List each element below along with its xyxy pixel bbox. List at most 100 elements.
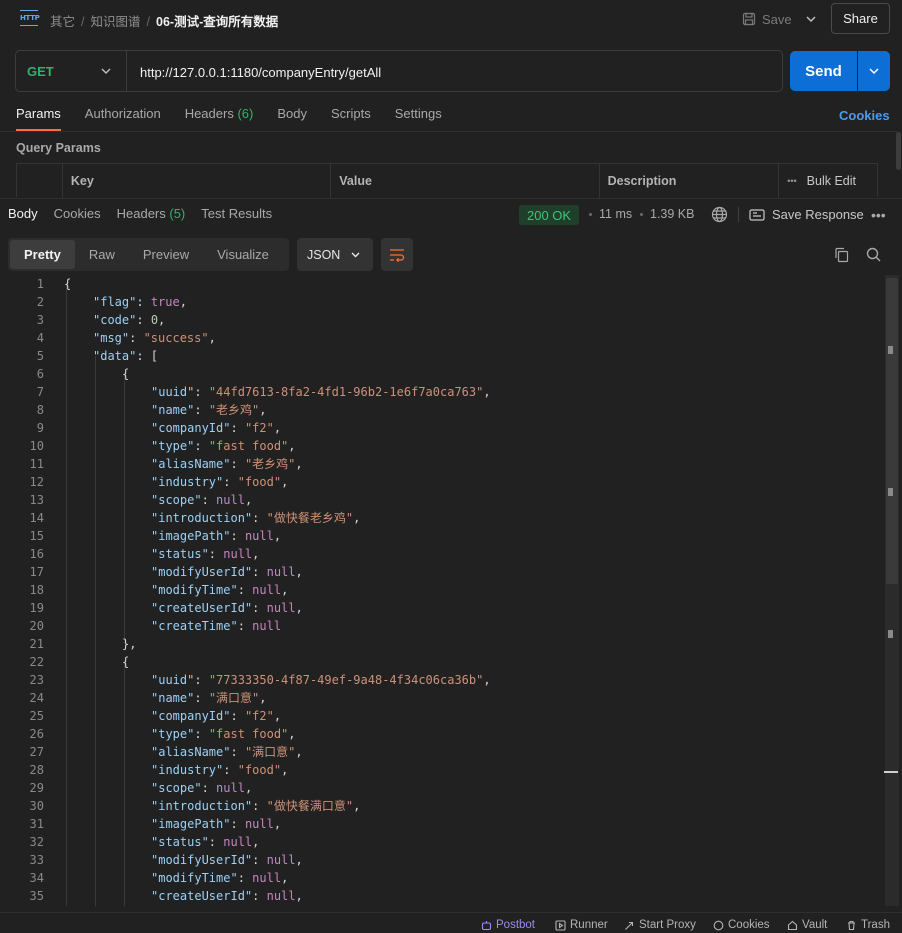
- code-token: "modifyTime": [151, 871, 238, 885]
- code-text: "name": "满口意",: [151, 689, 267, 707]
- cookies-button[interactable]: Cookies: [713, 919, 770, 931]
- code-token: :: [230, 529, 245, 543]
- code-token: ,: [244, 493, 253, 507]
- request-title[interactable]: 06-测试-查询所有数据: [156, 15, 278, 29]
- code-token: :: [129, 331, 144, 345]
- code-token: null: [266, 853, 296, 867]
- start-proxy-button[interactable]: Start Proxy: [624, 919, 696, 931]
- code-token: "createTime": [151, 619, 238, 633]
- bulk-edit-button[interactable]: ••• Bulk Edit: [779, 164, 877, 198]
- chevron-down-icon[interactable]: [804, 12, 818, 26]
- runner-button[interactable]: Runner: [555, 919, 608, 931]
- code-token: "status": [151, 547, 209, 561]
- scrollbar-thumb[interactable]: [886, 278, 898, 584]
- globe-icon[interactable]: [711, 206, 728, 223]
- code-token: :: [194, 385, 209, 399]
- format-select[interactable]: JSON: [297, 238, 373, 271]
- view-pretty-button[interactable]: Pretty: [10, 240, 75, 269]
- code-text: {: [122, 365, 129, 383]
- code-text: "modifyTime": null,: [151, 869, 288, 887]
- line-number: 11: [29, 457, 44, 471]
- send-options-button[interactable]: [858, 51, 890, 91]
- copy-icon[interactable]: [834, 247, 849, 263]
- vault-button[interactable]: Vault: [787, 919, 827, 931]
- code-text: "companyId": "f2",: [151, 707, 281, 725]
- code-token: "老乡鸡": [244, 457, 296, 471]
- trash-button[interactable]: Trash: [846, 919, 890, 931]
- code-token: :: [208, 547, 224, 561]
- code-text: "modifyUserId": null,: [151, 563, 303, 581]
- top-bar: HTTP 其它 / 知识图谱/06-测试-查询所有数据 Save Share: [0, 0, 902, 38]
- code-line: 4 "msg": "success",: [0, 329, 884, 347]
- code-text: "industry": "food",: [151, 761, 288, 779]
- code-text: "status": null,: [151, 833, 259, 851]
- code-token: : [: [136, 349, 159, 363]
- save-response-button[interactable]: Save Response: [749, 207, 864, 222]
- breadcrumb-item[interactable]: 其它: [50, 15, 75, 29]
- save-button[interactable]: Save: [742, 9, 792, 29]
- code-line: 31 "imagePath": null,: [0, 815, 884, 833]
- wrap-lines-icon: [390, 248, 405, 262]
- postbot-button[interactable]: Postbot: [481, 919, 535, 931]
- code-token: ,: [483, 385, 491, 399]
- more-options-icon[interactable]: •••: [871, 207, 886, 223]
- response-scrollbar[interactable]: [885, 275, 899, 906]
- code-line: 27 "aliasName": "满口意",: [0, 743, 884, 761]
- code-token: :: [252, 601, 267, 615]
- line-number: 19: [29, 601, 44, 615]
- response-time[interactable]: 11 ms: [599, 207, 632, 221]
- cookie-icon: [713, 920, 724, 930]
- response-size[interactable]: 1.39 KB: [650, 207, 694, 221]
- code-token: ,: [295, 601, 303, 615]
- code-token: ,: [353, 799, 361, 813]
- view-visualize-button[interactable]: Visualize: [203, 240, 283, 269]
- proxy-icon: [625, 921, 634, 930]
- line-number: 4: [36, 331, 44, 345]
- code-text: },: [122, 635, 136, 653]
- code-token: :: [223, 763, 238, 777]
- tab-scripts[interactable]: Scripts: [331, 106, 371, 131]
- response-body-editor[interactable]: 1{2 "flag": true, 3 "code": 0, 4 "msg": "succ…: [0, 275, 884, 906]
- code-token: null: [216, 493, 245, 507]
- url-input[interactable]: [140, 63, 760, 81]
- code-line: 13 "scope": null,: [0, 491, 884, 509]
- cookies-link[interactable]: Cookies: [839, 108, 890, 123]
- tab-params[interactable]: Params: [16, 106, 61, 131]
- request-tabs: Params Authorization Headers (6) Body Sc…: [16, 106, 466, 132]
- code-token: :: [252, 565, 267, 579]
- params-table: Key Value Description ••• Bulk Edit: [16, 163, 878, 198]
- tab-response-headers[interactable]: Headers (5): [117, 206, 186, 231]
- tab-body[interactable]: Body: [277, 106, 307, 131]
- trash-icon: [848, 920, 855, 930]
- code-token: :: [136, 313, 151, 327]
- share-button[interactable]: Share: [831, 3, 890, 34]
- wrap-lines-button[interactable]: [381, 238, 413, 271]
- view-raw-button[interactable]: Raw: [75, 240, 129, 269]
- status-bar: Postbot Runner Start Proxy Cookies Vault…: [0, 912, 902, 933]
- column-header-key: Key: [63, 164, 332, 198]
- status-badge[interactable]: 200 OK: [519, 205, 580, 225]
- code-token: null: [244, 817, 274, 831]
- send-button[interactable]: Send: [790, 51, 857, 91]
- code-token: :: [237, 583, 253, 597]
- search-icon[interactable]: [866, 247, 881, 262]
- tab-settings[interactable]: Settings: [395, 106, 442, 131]
- view-preview-button[interactable]: Preview: [129, 240, 203, 269]
- code-line: 11 "aliasName": "老乡鸡",: [0, 455, 884, 473]
- tab-authorization[interactable]: Authorization: [85, 106, 161, 131]
- code-token: :: [230, 817, 245, 831]
- tab-response-body[interactable]: Body: [8, 206, 38, 231]
- breadcrumb-item[interactable]: 知识图谱: [91, 15, 141, 29]
- tab-response-cookies[interactable]: Cookies: [54, 206, 101, 231]
- line-number: 26: [29, 727, 44, 741]
- code-token: "44fd7613-8fa2-4fd1-96b2-1e6f7a0ca763": [208, 385, 484, 399]
- tab-headers[interactable]: Headers (6): [185, 106, 254, 131]
- request-scrollbar[interactable]: [896, 132, 901, 170]
- code-text: "scope": null,: [151, 491, 252, 509]
- code-token: null: [244, 529, 274, 543]
- code-token: :: [230, 421, 245, 435]
- code-token: ,: [288, 439, 296, 453]
- tab-test-results[interactable]: Test Results: [201, 206, 272, 231]
- url-bar: GET: [15, 50, 783, 92]
- code-token: :: [252, 889, 267, 903]
